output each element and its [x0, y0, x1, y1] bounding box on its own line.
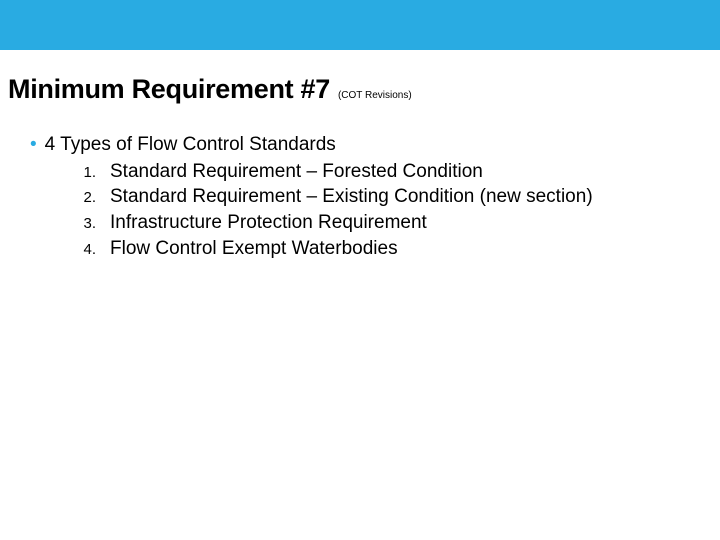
slide-subtitle: (COT Revisions)	[338, 90, 412, 101]
list-item-number: 2.	[64, 188, 96, 208]
bullet-marker-icon: •	[30, 133, 37, 158]
list-item-number: 4.	[64, 240, 96, 260]
slide-title: Minimum Requirement #7	[8, 74, 330, 105]
slide-content: Minimum Requirement #7 (COT Revisions) •…	[0, 50, 720, 261]
lead-bullet: • 4 Types of Flow Control Standards	[30, 133, 690, 158]
list-item-number: 3.	[64, 214, 96, 234]
slide-body: • 4 Types of Flow Control Standards 1. S…	[0, 105, 720, 261]
list-item-text: Infrastructure Protection Requirement	[110, 211, 690, 236]
title-row: Minimum Requirement #7 (COT Revisions)	[0, 74, 720, 105]
list-item-number: 1.	[64, 163, 96, 183]
list-item: 1. Standard Requirement – Forested Condi…	[64, 160, 690, 185]
lead-bullet-text: 4 Types of Flow Control Standards	[45, 133, 690, 158]
list-item-text: Flow Control Exempt Waterbodies	[110, 237, 690, 262]
top-banner	[0, 0, 720, 50]
list-item-text: Standard Requirement – Forested Conditio…	[110, 160, 690, 185]
list-item: 4. Flow Control Exempt Waterbodies	[64, 237, 690, 262]
list-item: 2. Standard Requirement – Existing Condi…	[64, 185, 690, 210]
numbered-list: 1. Standard Requirement – Forested Condi…	[30, 158, 690, 262]
list-item-text: Standard Requirement – Existing Conditio…	[110, 185, 690, 210]
list-item: 3. Infrastructure Protection Requirement	[64, 211, 690, 236]
